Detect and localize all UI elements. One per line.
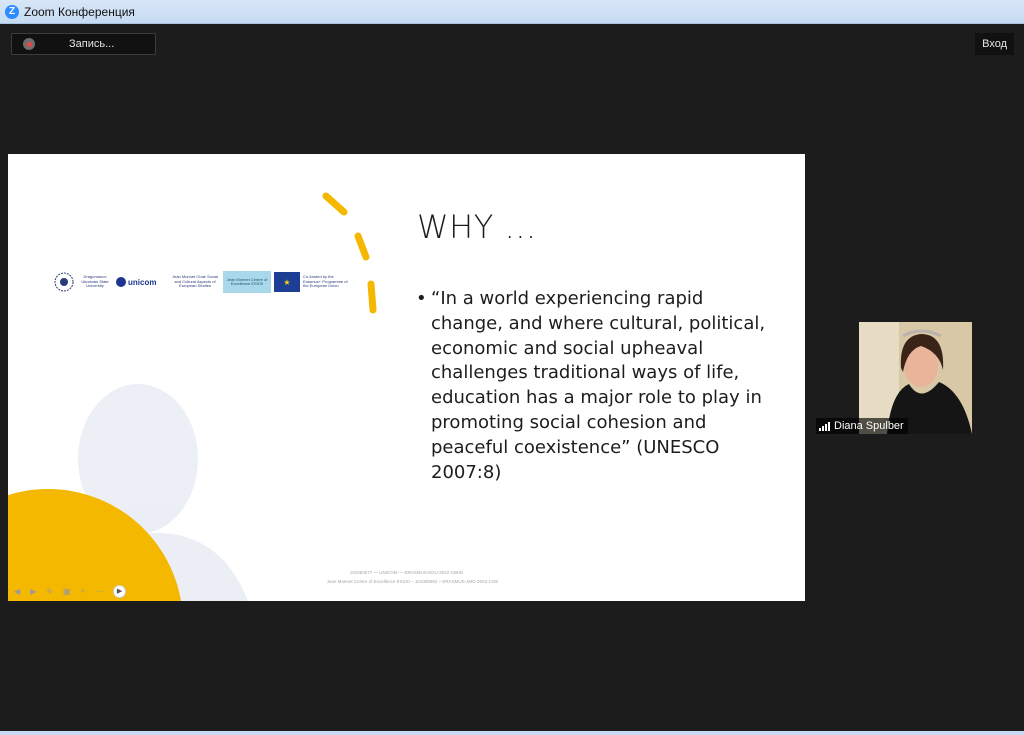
zoom-app-icon: Z bbox=[5, 4, 19, 19]
erasmus-logo: ★ Co-funded by the Erasmus+ Programme of… bbox=[274, 267, 351, 297]
zoom-window: Z Zoom Конференция Запись... Вход Dragom… bbox=[0, 0, 1024, 735]
esssi-logo: Jean Monnet Centre of Excellence ESSSI bbox=[223, 271, 271, 293]
shared-slide: Dragomanov Ukrainian State University un… bbox=[8, 154, 805, 601]
slides-grid-icon[interactable]: ▦ bbox=[63, 587, 71, 596]
record-dot-icon bbox=[23, 38, 35, 50]
zoom-magnifier-icon[interactable]: ⌕ bbox=[81, 586, 85, 596]
footer-line-2: Jean Monnet Centre of Excellence ESSSI –… bbox=[326, 579, 499, 584]
slide-footer: 101083077 — UNICOM — ERASMUS-EDU-2022-CB… bbox=[8, 568, 805, 586]
window-bottom-border bbox=[0, 731, 1024, 735]
slide-bullet: • “In a world experiencing rapid change,… bbox=[416, 287, 776, 485]
participant-name-label: Diana Spulber bbox=[816, 418, 908, 434]
next-slide-icon[interactable]: ▶ bbox=[30, 587, 36, 596]
jean-monnet-chair-logo: Jean Monnet Chair Social and Cultural As… bbox=[171, 267, 223, 297]
bullet-text: “In a world experiencing rapid change, a… bbox=[431, 288, 766, 483]
more-options-icon[interactable]: ⋯ bbox=[95, 587, 103, 596]
erasmus-logo-text: Co-funded by the Erasmus+ Programme of t… bbox=[303, 274, 348, 289]
footer-line-1: 101083077 — UNICOM — ERASMUS-EDU-2022-CB… bbox=[349, 570, 464, 575]
slide-title: WHY … bbox=[417, 208, 537, 246]
meeting-video-area: Запись... Вход Dragomanov Ukrainian Stat… bbox=[4, 25, 1020, 731]
participant-name: Diana Spulber bbox=[834, 420, 904, 432]
university-emblem-icon bbox=[54, 272, 74, 292]
pen-icon[interactable]: ✎ bbox=[46, 587, 53, 596]
recording-label: Запись... bbox=[69, 38, 115, 50]
university-logo-text: Dragomanov Ukrainian State University bbox=[81, 274, 109, 289]
unicom-logo-word: unicom bbox=[128, 277, 157, 287]
slideshow-toolbar: ◀ ▶ ✎ ▦ ⌕ ⋯ ▶ bbox=[14, 584, 127, 598]
esssi-logo-text: Jean Monnet Centre of Excellence ESSSI bbox=[226, 276, 268, 286]
enter-button[interactable]: Вход bbox=[975, 33, 1014, 55]
jean-monnet-chair-text: Jean Monnet Chair Social and Cultural As… bbox=[172, 274, 218, 289]
university-logo: Dragomanov Ukrainian State University bbox=[54, 267, 116, 297]
title-bar: Z Zoom Конференция bbox=[0, 0, 1024, 24]
previous-slide-icon[interactable]: ◀ bbox=[14, 587, 20, 596]
unicom-logo: unicom bbox=[116, 267, 171, 297]
partner-logos: Dragomanov Ukrainian State University un… bbox=[54, 267, 354, 297]
signal-strength-icon bbox=[819, 421, 830, 431]
bullet-marker: • bbox=[416, 288, 427, 309]
window-title: Zoom Конференция bbox=[24, 4, 135, 19]
recording-indicator[interactable]: Запись... bbox=[11, 33, 156, 55]
eu-flag-icon: ★ bbox=[274, 272, 300, 292]
unicom-icon bbox=[116, 277, 126, 287]
camera-icon[interactable]: ▶ bbox=[113, 584, 127, 598]
